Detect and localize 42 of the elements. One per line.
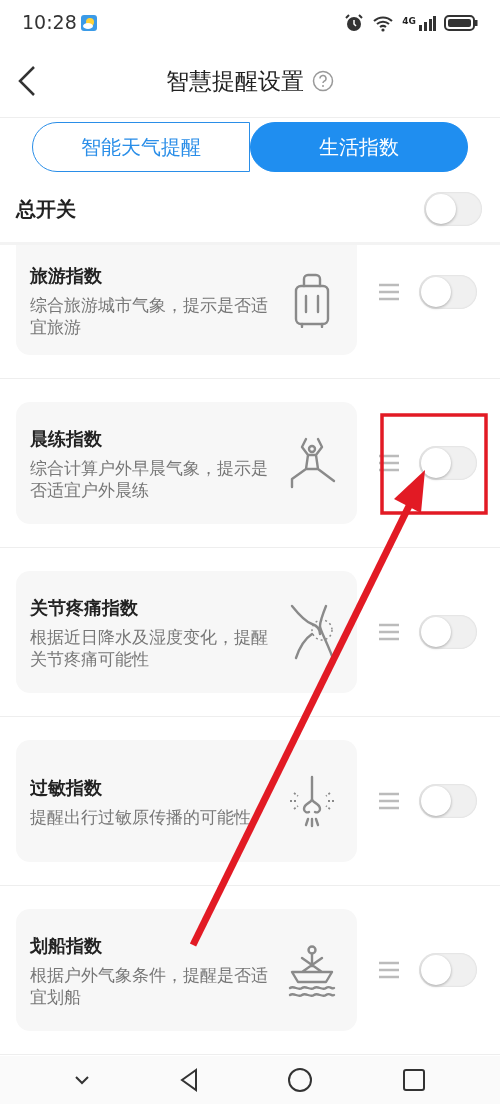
clock-text: 10:28 — [22, 10, 77, 36]
item-title: 过敏指数 — [30, 775, 103, 800]
item-title: 关节疼痛指数 — [30, 596, 139, 621]
drag-handle-icon[interactable] — [377, 961, 401, 979]
drag-handle-icon[interactable] — [377, 792, 401, 810]
help-icon — [312, 70, 334, 92]
item-description: 提醒出行过敏原传播的可能性 — [30, 806, 252, 829]
circle-home-icon — [288, 1068, 313, 1092]
tab[interactable]: 智能天气提醒 — [32, 121, 250, 172]
rowing-boat-icon — [286, 942, 338, 998]
item-title: 划船指数 — [30, 934, 103, 959]
network-type-text: 4G — [402, 14, 416, 28]
toggle-switch[interactable] — [419, 446, 477, 480]
toggle-switch[interactable] — [419, 953, 477, 987]
recents-button[interactable] — [402, 1069, 425, 1091]
item-description: 根据户外气象条件，提醒是否适宜划船 — [30, 965, 269, 1008]
square-recents-icon — [402, 1069, 425, 1091]
drag-handle-icon[interactable] — [377, 454, 401, 472]
item-description: 综合旅游城市气象，提示是否适宜旅游 — [30, 295, 269, 338]
item-title: 晨练指数 — [30, 427, 103, 452]
tab[interactable]: 生活指数 — [250, 121, 468, 172]
collapse-button[interactable] — [75, 1075, 90, 1085]
signal-icon — [418, 14, 436, 31]
back-nav-button[interactable] — [179, 1068, 198, 1092]
toggle-switch[interactable] — [419, 275, 477, 309]
item-title: 旅游指数 — [30, 264, 103, 289]
alarm-icon — [344, 12, 365, 33]
drag-handle-icon[interactable] — [377, 623, 401, 641]
page-title: 智慧提醒设置 — [166, 66, 304, 96]
master-switch-label: 总开关 — [16, 195, 76, 223]
battery-icon — [444, 13, 478, 32]
toggle-switch[interactable] — [419, 784, 477, 818]
home-button[interactable] — [288, 1068, 313, 1092]
toggle-switch[interactable] — [424, 191, 482, 226]
item-description: 综合计算户外早晨气象，提示是否适宜户外晨练 — [30, 458, 269, 501]
toggle-switch[interactable] — [419, 615, 477, 649]
weather-app-icon — [80, 14, 97, 31]
item-description: 根据近日降水及湿度变化，提醒关节疼痛可能性 — [30, 627, 269, 670]
chevron-down-icon — [75, 1075, 90, 1085]
drag-handle-icon[interactable] — [377, 283, 401, 301]
wifi-icon — [372, 13, 395, 32]
triangle-back-icon — [179, 1068, 198, 1092]
